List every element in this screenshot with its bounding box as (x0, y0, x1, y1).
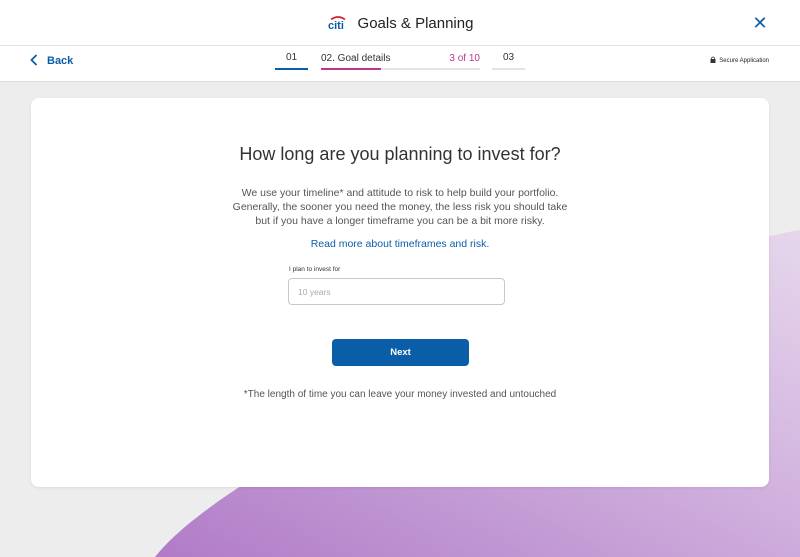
step-02-label: 02. Goal details (321, 53, 391, 64)
intro-text: We use your timeline* and attitude to ri… (232, 187, 568, 227)
question-card: How long are you planning to invest for?… (31, 98, 769, 487)
back-label: Back (47, 55, 74, 67)
back-button[interactable]: Back (30, 46, 73, 76)
close-icon: ✕ (752, 12, 768, 33)
step-03-label: 03 (502, 51, 515, 63)
step-02[interactable]: 02. Goal details 3 of 10 (321, 46, 480, 70)
step-01-label: 01 (285, 51, 298, 63)
invest-duration-label: I plan to invest for (289, 266, 341, 273)
secure-application: Secure Application (710, 56, 769, 65)
app-title: Goals & Planning (357, 14, 474, 32)
next-button[interactable]: Next (332, 339, 469, 366)
brand: citi Goals & Planning (0, 0, 800, 46)
close-button[interactable]: ✕ (750, 13, 770, 33)
lock-icon (710, 56, 716, 65)
svg-text:citi: citi (328, 20, 344, 30)
citi-logo: citi (327, 16, 349, 30)
read-more-link[interactable]: Read more about timeframes and risk. (31, 238, 769, 250)
footnote-text: *The length of time you can leave your m… (243, 389, 557, 400)
progress-nav: Back 01 02. Goal details 3 of 10 03 Secu… (0, 46, 800, 82)
invest-duration-input[interactable] (288, 278, 505, 305)
step-progress-fill (321, 68, 382, 70)
step-03[interactable]: 03 (492, 46, 525, 70)
question-heading: How long are you planning to invest for? (239, 144, 561, 164)
step-01[interactable]: 01 (275, 46, 308, 70)
top-header: citi Goals & Planning ✕ (0, 0, 800, 46)
chevron-left-icon (30, 53, 38, 69)
step-counter: 3 of 10 (449, 53, 480, 64)
secure-label: Secure Application (719, 57, 769, 64)
step-progress-track (321, 68, 480, 70)
